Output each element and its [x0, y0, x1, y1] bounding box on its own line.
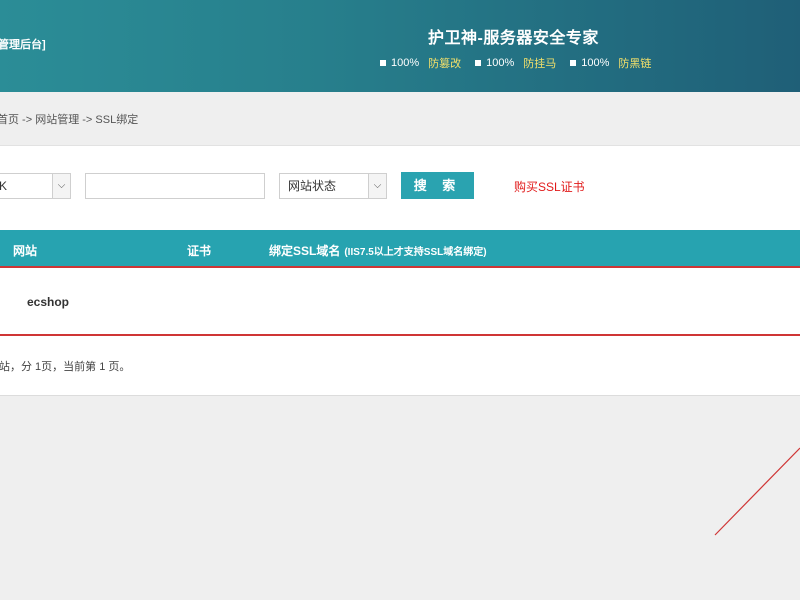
search-panel: K ⌵ 网站状态 ⌵ 搜 索 购买SSL证书 [0, 146, 800, 230]
app-header: 管理后台] 护卫神-服务器安全专家 100% 防篡改 100% 防挂马 100%… [0, 0, 800, 92]
search-input[interactable] [85, 173, 265, 199]
search-field-select[interactable]: K ⌵ [0, 173, 71, 199]
chevron-down-icon[interactable]: ⌵ [52, 174, 70, 198]
square-bullet-icon [570, 60, 577, 66]
feature-item: 100% 防挂马 [475, 55, 556, 71]
site-status-select[interactable]: 网站状态 ⌵ [279, 173, 387, 199]
square-bullet-icon [475, 60, 482, 66]
square-bullet-icon [380, 60, 386, 66]
select-value: 网站状态 [288, 179, 337, 193]
pagination-summary-panel: 站，分 1页，当前第 1 页。 [0, 336, 800, 396]
product-title: 护卫神-服务器安全专家 [428, 30, 599, 47]
feature-item: 100% 防篡改 [380, 55, 461, 71]
breadcrumb: 首页 -> 网站管理 -> SSL绑定 [0, 114, 139, 126]
table-header: 网站 证书 绑定SSL域名 (IIS7.5以上才支持SSL域名绑定) [0, 230, 800, 268]
pagination-summary: 站，分 1页，当前第 1 页。 [0, 361, 131, 373]
select-value: K [0, 179, 8, 193]
feature-label: 防黑链 [618, 58, 652, 70]
buy-ssl-link[interactable]: 购买SSL证书 [514, 178, 585, 195]
column-header-note: (IIS7.5以上才支持SSL域名绑定) [344, 247, 487, 258]
column-header-certificate: 证书 [187, 244, 212, 258]
search-button[interactable]: 搜 索 [401, 172, 474, 199]
feature-label: 防挂马 [523, 58, 557, 70]
column-header-site: 网站 [13, 244, 38, 258]
column-header-ssl-domain-label: 绑定SSL域名 [269, 244, 341, 258]
column-header-ssl-domain: 绑定SSL域名 (IIS7.5以上才支持SSL域名绑定) [269, 242, 487, 259]
breadcrumb-bar: 首页 -> 网站管理 -> SSL绑定 [0, 92, 800, 146]
feature-item: 100% 防黑链 [570, 55, 651, 71]
feature-list: 100% 防篡改 100% 防挂马 100% 防黑链 [380, 55, 651, 71]
feature-percent: 100% [391, 57, 420, 69]
table-row[interactable]: ecshop [0, 266, 800, 336]
feature-label: 防篡改 [428, 58, 462, 70]
chevron-down-icon[interactable]: ⌵ [368, 174, 386, 198]
site-name-cell: ecshop [27, 295, 70, 309]
feature-percent: 100% [581, 57, 610, 69]
admin-panel-label: 管理后台] [0, 39, 46, 51]
feature-percent: 100% [486, 57, 515, 69]
